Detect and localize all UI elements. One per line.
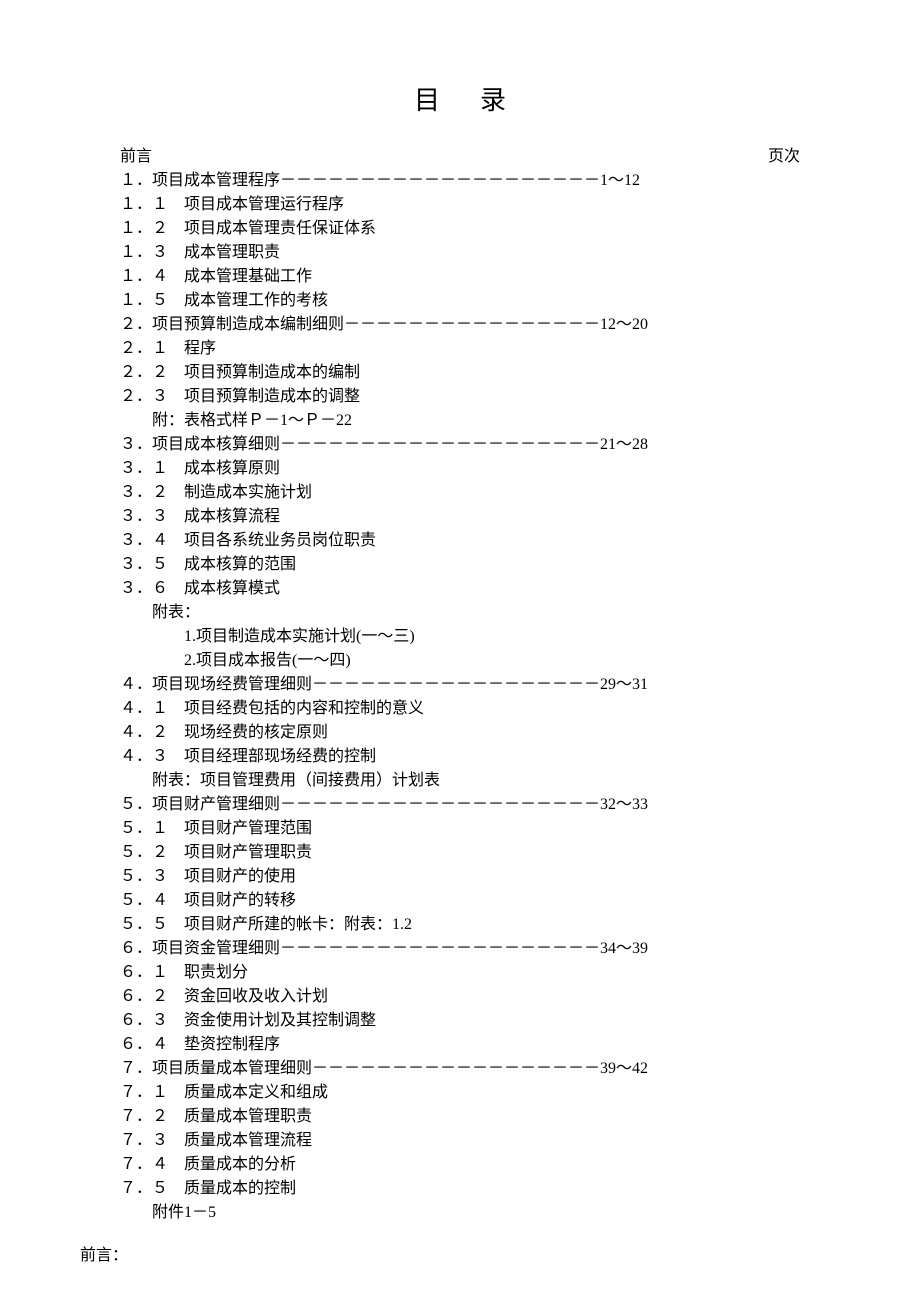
- toc-entry: ３．４ 项目各系统业务员岗位职责: [120, 529, 800, 553]
- footer-text: 前言：: [80, 1241, 840, 1265]
- toc-entry: １．４ 成本管理基础工作: [120, 265, 800, 289]
- toc-entry: ５．项目财产管理细则－－－－－－－－－－－－－－－－－－－－32～33: [120, 793, 800, 817]
- toc-entry: ６．４ 垫资控制程序: [120, 1033, 800, 1057]
- toc-entry: ２．项目预算制造成本编制细则－－－－－－－－－－－－－－－－12～20: [120, 313, 800, 337]
- toc-entry: 附件1－5: [120, 1201, 800, 1225]
- toc-entry: ３．１ 成本核算原则: [120, 457, 800, 481]
- toc-entry: １．３ 成本管理职责: [120, 241, 800, 265]
- toc-entry: ５．４ 项目财产的转移: [120, 889, 800, 913]
- toc-container: 前言 页次 １．项目成本管理程序－－－－－－－－－－－－－－－－－－－－1～12…: [120, 145, 800, 1225]
- toc-entry: 1.项目制造成本实施计划(一～三): [120, 625, 800, 649]
- toc-entry: ２．２ 项目预算制造成本的编制: [120, 361, 800, 385]
- toc-entry: ３．６ 成本核算模式: [120, 577, 800, 601]
- toc-entry: ６．２ 资金回收及收入计划: [120, 985, 800, 1009]
- toc-entry: 附表：: [120, 601, 800, 625]
- toc-entry: ３．２ 制造成本实施计划: [120, 481, 800, 505]
- toc-entry: ２．３ 项目预算制造成本的调整: [120, 385, 800, 409]
- toc-entry: 附：表格式样Ｐ－1～Ｐ－22: [120, 409, 800, 433]
- toc-entry: ７．４ 质量成本的分析: [120, 1153, 800, 1177]
- toc-entry: ７．２ 质量成本管理职责: [120, 1105, 800, 1129]
- toc-entry: ７．项目质量成本管理细则－－－－－－－－－－－－－－－－－－39～42: [120, 1057, 800, 1081]
- toc-entry: ７．１ 质量成本定义和组成: [120, 1081, 800, 1105]
- toc-entry: ５．３ 项目财产的使用: [120, 865, 800, 889]
- toc-entry: １．１ 项目成本管理运行程序: [120, 193, 800, 217]
- toc-entry: 附表：项目管理费用（间接费用）计划表: [120, 769, 800, 793]
- toc-entry: ５．５ 项目财产所建的帐卡：附表：1.2: [120, 913, 800, 937]
- toc-header-row: 前言 页次: [120, 145, 800, 169]
- toc-entry: ３．项目成本核算细则－－－－－－－－－－－－－－－－－－－－21～28: [120, 433, 800, 457]
- toc-entry: ５．２ 项目财产管理职责: [120, 841, 800, 865]
- toc-entry: ３．３ 成本核算流程: [120, 505, 800, 529]
- header-left: 前言: [120, 145, 152, 169]
- toc-entry: ２．１ 程序: [120, 337, 800, 361]
- toc-body: １．项目成本管理程序－－－－－－－－－－－－－－－－－－－－1～12１．１ 项目…: [120, 169, 800, 1225]
- document-page: 目录 前言 页次 １．项目成本管理程序－－－－－－－－－－－－－－－－－－－－1…: [0, 0, 920, 1305]
- toc-entry: ７．５ 质量成本的控制: [120, 1177, 800, 1201]
- toc-entry: 2.项目成本报告(一～四): [120, 649, 800, 673]
- toc-entry: ４．１ 项目经费包括的内容和控制的意义: [120, 697, 800, 721]
- toc-entry: １．项目成本管理程序－－－－－－－－－－－－－－－－－－－－1～12: [120, 169, 800, 193]
- toc-entry: ４．２ 现场经费的核定原则: [120, 721, 800, 745]
- toc-entry: ４．项目现场经费管理细则－－－－－－－－－－－－－－－－－－29～31: [120, 673, 800, 697]
- toc-entry: ６．３ 资金使用计划及其控制调整: [120, 1009, 800, 1033]
- page-title: 目录: [80, 80, 840, 117]
- toc-entry: ７．３ 质量成本管理流程: [120, 1129, 800, 1153]
- toc-entry: １．５ 成本管理工作的考核: [120, 289, 800, 313]
- toc-entry: ６．项目资金管理细则－－－－－－－－－－－－－－－－－－－－34～39: [120, 937, 800, 961]
- toc-entry: ４．３ 项目经理部现场经费的控制: [120, 745, 800, 769]
- toc-entry: ５．１ 项目财产管理范围: [120, 817, 800, 841]
- toc-entry: ６．１ 职责划分: [120, 961, 800, 985]
- header-right: 页次: [768, 145, 800, 169]
- toc-entry: １．２ 项目成本管理责任保证体系: [120, 217, 800, 241]
- toc-entry: ３．５ 成本核算的范围: [120, 553, 800, 577]
